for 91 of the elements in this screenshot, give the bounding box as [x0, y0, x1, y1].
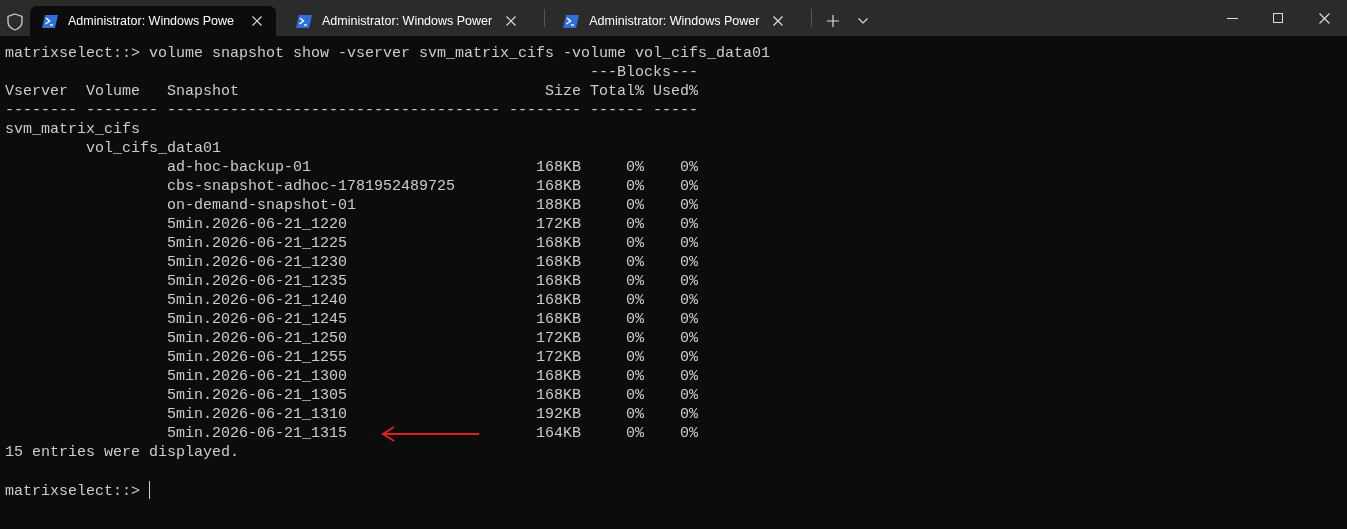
terminal-tab[interactable]: Administrator: Windows Power — [551, 6, 798, 36]
total-percent: 0% — [626, 272, 645, 291]
used-percent: 0% — [680, 367, 699, 386]
snapshot-name: 5min.2026-06-21_1235 — [167, 272, 348, 291]
snapshot-name: 5min.2026-06-21_1315 — [167, 424, 348, 443]
snapshot-size: 168KB — [536, 291, 582, 310]
volume-name: vol_cifs_data01 — [86, 139, 222, 158]
summary-text: 15 entries were displayed. — [5, 443, 240, 462]
snapshot-name: 5min.2026-06-21_1250 — [167, 329, 348, 348]
tab-title: Administrator: Windows Powe — [68, 12, 236, 30]
snapshot-size: 168KB — [536, 177, 582, 196]
header-rule: -------- — [509, 101, 582, 120]
used-percent: 0% — [680, 405, 699, 424]
snapshot-name: 5min.2026-06-21_1255 — [167, 348, 348, 367]
snapshot-size: 168KB — [536, 272, 582, 291]
used-percent: 0% — [680, 310, 699, 329]
powershell-icon — [563, 14, 580, 28]
used-percent: 0% — [680, 291, 699, 310]
snapshot-size: 172KB — [536, 329, 582, 348]
used-percent: 0% — [680, 158, 699, 177]
used-percent: 0% — [680, 177, 699, 196]
snapshot-name: 5min.2026-06-21_1230 — [167, 253, 348, 272]
column-group-header: ---Blocks--- — [590, 63, 699, 82]
snapshot-size: 192KB — [536, 405, 582, 424]
column-header: Size — [545, 82, 582, 101]
tab-title: Administrator: Windows Power — [322, 12, 493, 30]
header-rule: ----- — [653, 101, 699, 120]
maximize-icon[interactable] — [1273, 13, 1283, 23]
powershell-icon — [42, 14, 58, 28]
column-header: Volume — [86, 82, 140, 101]
header-rule: -------- — [5, 101, 77, 120]
used-percent: 0% — [680, 253, 699, 272]
snapshot-name: cbs-snapshot-adhoc-1781952489725 — [167, 177, 456, 196]
minimize-icon[interactable] — [1226, 17, 1238, 19]
snapshot-size: 172KB — [536, 215, 582, 234]
used-percent: 0% — [680, 424, 699, 443]
column-header: Used% — [653, 82, 699, 101]
total-percent: 0% — [626, 177, 645, 196]
snapshot-size: 188KB — [536, 196, 582, 215]
used-percent: 0% — [680, 234, 699, 253]
snapshot-name: 5min.2026-06-21_1245 — [167, 310, 348, 329]
column-header: Total% — [590, 82, 645, 101]
vserver-name: svm_matrix_cifs — [5, 120, 141, 139]
used-percent: 0% — [680, 329, 699, 348]
total-percent: 0% — [626, 196, 645, 215]
command-line: matrixselect::> volume snapshot show -vserver svm_matrix_cifs -volume vol_cifs_data01 — [5, 44, 771, 63]
snapshot-name: on-demand-snapshot-01 — [167, 196, 357, 215]
text-cursor — [149, 481, 151, 499]
used-percent: 0% — [680, 272, 699, 291]
total-percent: 0% — [626, 405, 645, 424]
snapshot-size: 168KB — [536, 367, 582, 386]
total-percent: 0% — [626, 234, 645, 253]
used-percent: 0% — [680, 348, 699, 367]
terminal-tab[interactable]: Administrator: Windows Powe — [30, 6, 276, 36]
snapshot-name: 5min.2026-06-21_1300 — [167, 367, 348, 386]
snapshot-size: 164KB — [536, 424, 582, 443]
total-percent: 0% — [626, 367, 645, 386]
used-percent: 0% — [680, 196, 699, 215]
header-rule: ------------------------------------- — [167, 101, 501, 120]
snapshot-name: 5min.2026-06-21_1225 — [167, 234, 348, 253]
snapshot-size: 172KB — [536, 348, 582, 367]
snapshot-size: 168KB — [536, 234, 582, 253]
snapshot-name: 5min.2026-06-21_1220 — [167, 215, 348, 234]
close-icon[interactable] — [1318, 12, 1330, 24]
total-percent: 0% — [626, 158, 645, 177]
total-percent: 0% — [626, 348, 645, 367]
used-percent: 0% — [680, 215, 699, 234]
total-percent: 0% — [626, 215, 645, 234]
powershell-icon — [296, 14, 312, 28]
total-percent: 0% — [626, 424, 645, 443]
terminal-tab[interactable]: Administrator: Windows Power — [284, 6, 531, 36]
snapshot-size: 168KB — [536, 386, 582, 405]
total-percent: 0% — [626, 310, 645, 329]
total-percent: 0% — [626, 253, 645, 272]
header-rule: ------ — [590, 101, 645, 120]
snapshot-name: ad-hoc-backup-01 — [167, 158, 312, 177]
total-percent: 0% — [626, 291, 645, 310]
column-header: Snapshot — [167, 82, 239, 101]
snapshot-size: 168KB — [536, 158, 582, 177]
total-percent: 0% — [626, 386, 645, 405]
header-rule: -------- — [86, 101, 158, 120]
snapshot-name: 5min.2026-06-21_1305 — [167, 386, 348, 405]
tab-title: Administrator: Windows Power — [589, 12, 760, 30]
prompt-text: matrixselect::> — [5, 483, 141, 500]
column-header: Vserver — [5, 82, 68, 101]
total-percent: 0% — [626, 329, 645, 348]
snapshot-name: 5min.2026-06-21_1240 — [167, 291, 348, 310]
used-percent: 0% — [680, 386, 699, 405]
snapshot-name: 5min.2026-06-21_1310 — [167, 405, 348, 424]
snapshot-size: 168KB — [536, 253, 582, 272]
snapshot-size: 168KB — [536, 310, 582, 329]
